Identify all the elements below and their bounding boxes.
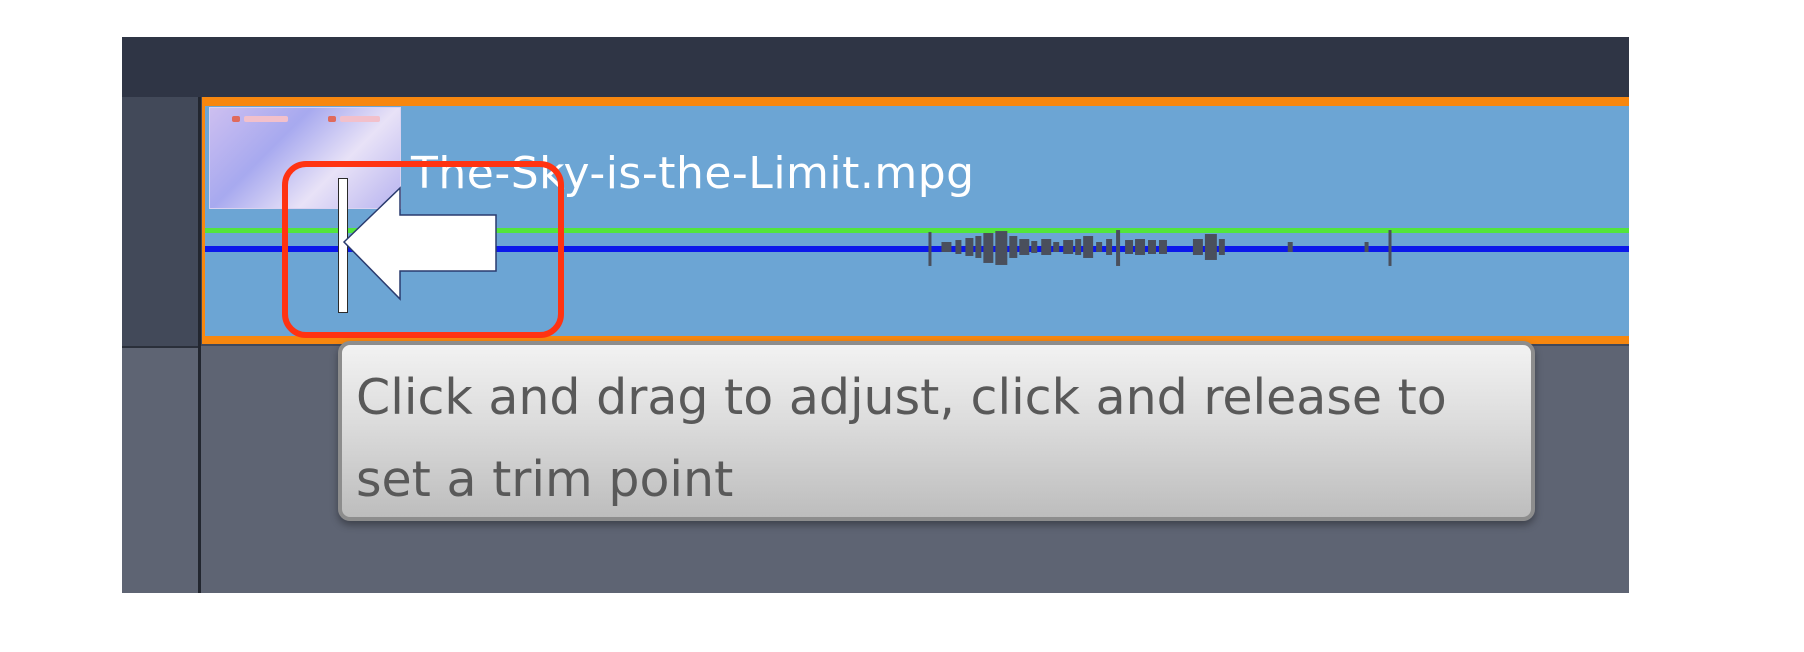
timeline-panel: The-Sky-is-the-Limit.mpg Click and drag … (122, 37, 1629, 593)
tooltip-text: Click and drag to adjust, click and rele… (356, 369, 1447, 508)
trim-tooltip: Click and drag to adjust, click and rele… (338, 341, 1535, 521)
timeline-ruler[interactable] (122, 37, 1629, 97)
track-header-video[interactable] (122, 97, 198, 348)
highlight-callout (282, 161, 564, 338)
track-header-column (122, 97, 201, 593)
